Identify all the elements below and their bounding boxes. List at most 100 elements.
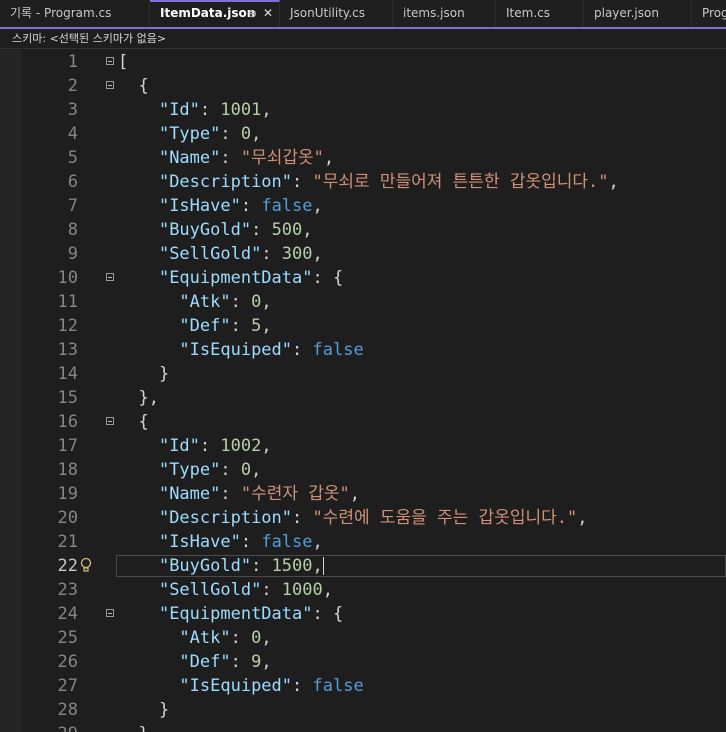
fold-toggle-icon[interactable] <box>106 273 114 281</box>
line-number: 20 <box>57 508 78 528</box>
code-line[interactable]: 29 } <box>0 722 726 732</box>
pin-icon[interactable]: ⊕ <box>248 2 257 25</box>
code-token: "EquipmentData" <box>158 604 313 624</box>
tab-items-json[interactable]: items.json <box>393 0 496 27</box>
code-line[interactable]: 11 "Atk": 0, <box>0 290 726 314</box>
schema-selector[interactable]: 스키마: <선택된 스키마가 없음> <box>0 29 726 49</box>
line-number: 26 <box>57 652 78 672</box>
code-token: 300 <box>281 244 313 264</box>
code-token: "BuyGold" <box>158 220 252 240</box>
code-line[interactable]: 25 "Atk": 0, <box>0 626 726 650</box>
tab-jsonutility-cs[interactable]: JsonUtility.cs <box>280 0 393 27</box>
code-line[interactable]: 4 "Type": 0, <box>0 122 726 146</box>
code-token: "Type" <box>158 124 221 144</box>
code-text: { <box>118 74 148 98</box>
line-number: 14 <box>57 364 78 384</box>
code-line[interactable]: 8 "BuyGold": 500, <box>0 218 726 242</box>
tab-label: ItemData.json <box>160 6 256 20</box>
code-line[interactable]: 6 "Description": "무쇠로 만들어져 튼튼한 갑옷입니다.", <box>0 170 726 194</box>
code-token: "Name" <box>158 148 221 168</box>
code-line[interactable]: 14 } <box>0 362 726 386</box>
code-line[interactable]: 9 "SellGold": 300, <box>0 242 726 266</box>
code-token: : <box>251 220 272 240</box>
code-line[interactable]: 17 "Id": 1002, <box>0 434 726 458</box>
line-number: 5 <box>67 148 78 168</box>
code-text: "Description": "무쇠로 만들어져 튼튼한 갑옷입니다.", <box>118 170 619 194</box>
code-token: : <box>220 148 241 168</box>
line-number: 23 <box>57 580 78 600</box>
fold-toggle-icon[interactable] <box>106 417 114 425</box>
code-text: "Def": 9, <box>118 650 271 674</box>
line-number: 4 <box>67 124 78 144</box>
code-token: [ <box>118 52 129 72</box>
code-token: "IsEquiped" <box>179 676 293 696</box>
code-token: "IsHave" <box>158 196 241 216</box>
code-text: "EquipmentData": { <box>118 602 343 626</box>
code-editor[interactable]: 1[2 {3 "Id": 1001, 4 "Type": 0, 5 "Name": … <box>0 50 726 732</box>
code-line[interactable]: 10 "EquipmentData": { <box>0 266 726 290</box>
code-text: { <box>118 410 148 434</box>
code-text: "BuyGold": 1500, <box>118 554 324 578</box>
code-line[interactable]: 20 "Description": "수련에 도움을 주는 갑옷입니다.", <box>0 506 726 530</box>
code-text: "Atk": 0, <box>118 290 271 314</box>
code-token: 1500 <box>271 556 313 576</box>
code-line[interactable]: 19 "Name": "수련자 갑옷", <box>0 482 726 506</box>
tab-item-cs[interactable]: Item.cs <box>496 0 584 27</box>
code-token: : <box>220 460 241 480</box>
code-line[interactable]: 12 "Def": 5, <box>0 314 726 338</box>
code-line[interactable]: 23 "SellGold": 1000, <box>0 578 726 602</box>
code-token: false <box>312 676 364 696</box>
code-line[interactable]: 21 "IsHave": false, <box>0 530 726 554</box>
line-number: 22 <box>57 556 78 576</box>
code-line[interactable]: 28 } <box>0 698 726 722</box>
code-line[interactable]: 2 { <box>0 74 726 98</box>
tab-label: JsonUtility.cs <box>290 6 365 20</box>
line-number: 8 <box>67 220 78 240</box>
code-token: "Name" <box>158 484 221 504</box>
fold-toggle-icon[interactable] <box>106 81 114 89</box>
code-token: "수련자 갑옷" <box>240 484 350 504</box>
code-token: 0 <box>240 124 252 144</box>
code-line[interactable]: 1[ <box>0 50 726 74</box>
code-line[interactable]: 15 }, <box>0 386 726 410</box>
line-number: 15 <box>57 388 78 408</box>
code-line[interactable]: 26 "Def": 9, <box>0 650 726 674</box>
fold-toggle-icon[interactable] <box>106 609 114 617</box>
tab-player-json[interactable]: player.json <box>584 0 692 27</box>
line-number: 16 <box>57 412 78 432</box>
code-line[interactable]: 5 "Name": "무쇠갑옷", <box>0 146 726 170</box>
code-token: "EquipmentData" <box>158 268 313 288</box>
tab-itemdata-json[interactable]: ItemData.json ⊕ ✕ <box>150 0 280 27</box>
code-text: "IsHave": false, <box>118 530 323 554</box>
code-token: : <box>292 676 313 696</box>
schema-label: 스키마: <선택된 스키마가 없음> <box>12 32 167 45</box>
code-token: , <box>312 556 323 576</box>
close-icon[interactable]: ✕ <box>263 2 273 25</box>
code-line[interactable]: 18 "Type": 0, <box>0 458 726 482</box>
code-token: "Description" <box>158 508 293 528</box>
code-line[interactable]: 16 { <box>0 410 726 434</box>
tab-progr[interactable]: Progr <box>692 0 726 27</box>
fold-toggle-icon[interactable] <box>106 57 114 65</box>
lightbulb-icon[interactable] <box>80 557 92 573</box>
code-token: : <box>199 436 221 456</box>
code-line[interactable]: 13 "IsEquiped": false <box>0 338 726 362</box>
code-text: "Atk": 0, <box>118 626 271 650</box>
code-token: "Def" <box>179 652 231 672</box>
code-text: "Id": 1001, <box>118 98 272 122</box>
code-line[interactable]: 22 "BuyGold": 1500, <box>0 554 726 578</box>
line-number: 19 <box>57 484 78 504</box>
code-line[interactable]: 7 "IsHave": false, <box>0 194 726 218</box>
code-line[interactable]: 3 "Id": 1001, <box>0 98 726 122</box>
tab-program-cs[interactable]: 기록 - Program.cs <box>0 0 150 27</box>
line-number: 7 <box>67 196 78 216</box>
code-line[interactable]: 24 "EquipmentData": { <box>0 602 726 626</box>
code-line[interactable]: 27 "IsEquiped": false <box>0 674 726 698</box>
code-text: } <box>118 722 148 732</box>
